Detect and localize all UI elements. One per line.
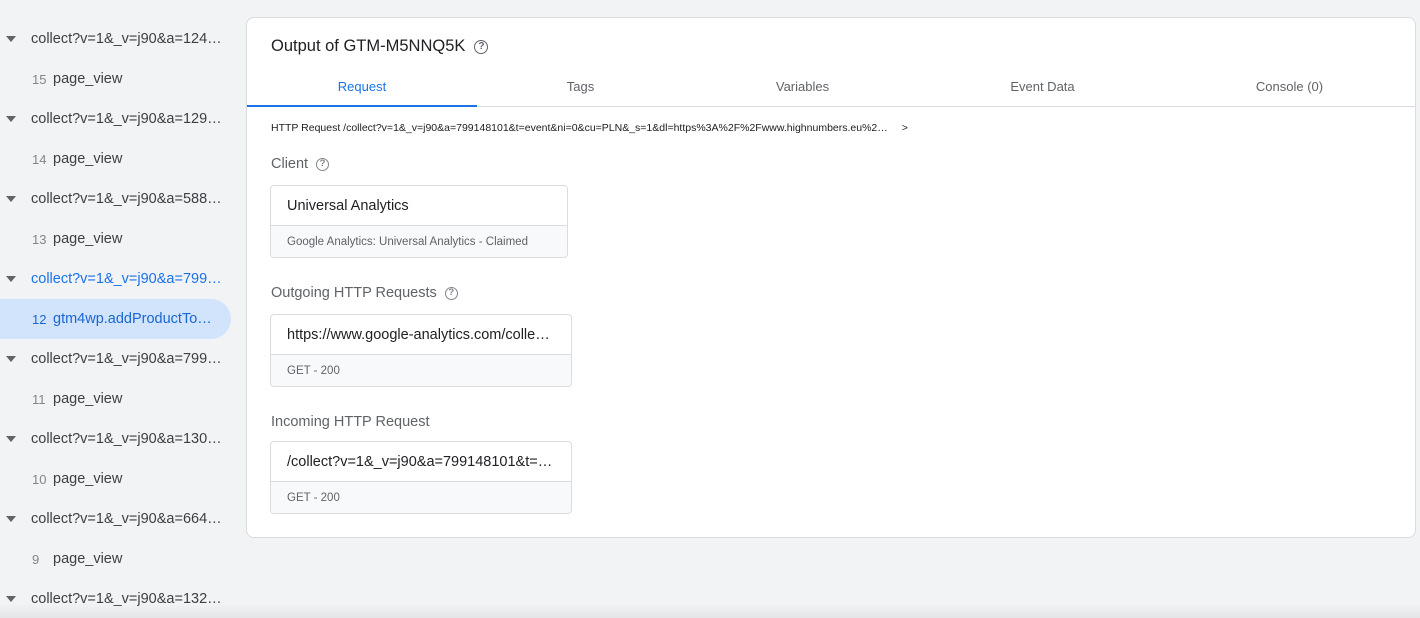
outgoing-label: Outgoing HTTP Requests — [271, 285, 437, 301]
incoming-section-label: Incoming HTTP Request — [271, 414, 430, 430]
http-request-text: HTTP Request /collect?v=1&_v=j90&a=79914… — [271, 122, 888, 134]
sidebar-group-label: collect?v=1&_v=j90&a=129… — [31, 111, 222, 127]
tab-bar: Request Tags Variables Event Data Consol… — [247, 71, 1415, 107]
tab-variables[interactable]: Variables — [684, 71, 921, 107]
sidebar-group-label: collect?v=1&_v=j90&a=124… — [31, 31, 222, 47]
sidebar-group[interactable]: collect?v=1&_v=j90&a=130… — [0, 419, 236, 459]
sidebar-group[interactable]: collect?v=1&_v=j90&a=124… — [0, 19, 236, 59]
expand-arrow-icon[interactable]: > — [902, 122, 908, 134]
outgoing-status: GET - 200 — [271, 355, 571, 386]
event-number: 14 — [32, 151, 47, 167]
sidebar-group[interactable]: collect?v=1&_v=j90&a=799… — [0, 339, 236, 379]
incoming-request-box[interactable]: /collect?v=1&_v=j90&a=799148101&t=event … — [270, 441, 572, 514]
tab-console[interactable]: Console (0) — [1164, 71, 1415, 107]
sidebar-item-label: gtm4wp.addProductTo… — [53, 311, 212, 327]
sidebar-group-label: collect?v=1&_v=j90&a=799… — [31, 271, 222, 287]
client-box[interactable]: Universal Analytics Google Analytics: Un… — [270, 185, 568, 258]
sidebar-group-label: collect?v=1&_v=j90&a=799… — [31, 351, 222, 367]
sidebar-item[interactable]: 9 page_view — [0, 539, 231, 579]
caret-down-icon — [6, 436, 16, 442]
caret-down-icon — [6, 516, 16, 522]
event-number: 11 — [32, 391, 46, 407]
sidebar-item[interactable]: 11 page_view — [0, 379, 231, 419]
page-title: Output of GTM-M5NNQ5K ? — [271, 37, 489, 56]
event-number: 12 — [32, 311, 47, 327]
page-title-text: Output of GTM-M5NNQ5K — [271, 37, 466, 55]
tab-tags[interactable]: Tags — [477, 71, 684, 107]
sidebar-item[interactable]: 15 page_view — [0, 59, 231, 99]
sidebar-group-label: collect?v=1&_v=j90&a=588… — [31, 191, 222, 207]
outgoing-url: https://www.google-analytics.com/collect… — [271, 315, 571, 355]
output-card: Output of GTM-M5NNQ5K ? Request Tags Var… — [246, 17, 1416, 538]
incoming-url: /collect?v=1&_v=j90&a=799148101&t=event — [271, 442, 571, 482]
sidebar-item[interactable]: 14 page_view — [0, 139, 231, 179]
sidebar-group-active[interactable]: collect?v=1&_v=j90&a=799… — [0, 259, 236, 299]
sidebar-item-label: page_view — [53, 391, 123, 407]
sidebar-item[interactable]: 10 page_view — [0, 459, 231, 499]
client-detail: Google Analytics: Universal Analytics - … — [271, 226, 567, 257]
caret-down-icon — [6, 196, 16, 202]
sidebar-item-label: page_view — [53, 231, 123, 247]
incoming-status: GET - 200 — [271, 482, 571, 513]
sidebar-group-label: collect?v=1&_v=j90&a=664… — [31, 511, 222, 527]
caret-down-icon — [6, 276, 16, 282]
sidebar-group[interactable]: collect?v=1&_v=j90&a=588… — [0, 179, 236, 219]
outgoing-status-text: GET - 200 — [287, 364, 340, 377]
event-number: 13 — [32, 231, 47, 247]
sidebar-group[interactable]: collect?v=1&_v=j90&a=129… — [0, 99, 236, 139]
tab-request[interactable]: Request — [247, 71, 477, 107]
help-circle-icon[interactable]: ? — [316, 157, 330, 171]
caret-down-icon — [6, 36, 16, 42]
client-section-label: Client ? — [271, 156, 330, 172]
incoming-label: Incoming HTTP Request — [271, 414, 430, 430]
event-number: 15 — [32, 71, 47, 87]
incoming-url-text: /collect?v=1&_v=j90&a=799148101&t=event — [287, 453, 555, 470]
outgoing-section-label: Outgoing HTTP Requests ? — [271, 285, 458, 301]
event-number: 10 — [32, 471, 47, 487]
outgoing-request-box[interactable]: https://www.google-analytics.com/collect… — [270, 314, 572, 387]
sidebar-item-label: page_view — [53, 151, 123, 167]
sidebar-item-selected[interactable]: 12 gtm4wp.addProductTo… — [0, 299, 231, 339]
sidebar-item[interactable]: 13 page_view — [0, 219, 231, 259]
event-sidebar: collect?v=1&_v=j90&a=124… 15 page_view c… — [0, 0, 236, 618]
sidebar-item-label: page_view — [53, 71, 123, 87]
client-detail-text: Google Analytics: Universal Analytics - … — [287, 235, 528, 248]
client-label: Client — [271, 156, 309, 172]
caret-down-icon — [6, 356, 16, 362]
sidebar-group-label: collect?v=1&_v=j90&a=130… — [31, 431, 222, 447]
sidebar-item-label: page_view — [53, 471, 123, 487]
client-name-text: Universal Analytics — [287, 197, 409, 214]
client-name: Universal Analytics — [271, 186, 567, 226]
event-number: 9 — [32, 551, 40, 567]
http-request-summary[interactable]: HTTP Request /collect?v=1&_v=j90&a=79914… — [271, 122, 908, 134]
caret-down-icon — [6, 116, 16, 122]
help-circle-icon[interactable]: ? — [444, 286, 458, 300]
incoming-status-text: GET - 200 — [287, 491, 340, 504]
tab-event-data[interactable]: Event Data — [921, 71, 1164, 107]
caret-down-icon — [6, 596, 16, 602]
sidebar-item-label: page_view — [53, 551, 123, 567]
outgoing-url-text: https://www.google-analytics.com/collect… — [287, 326, 555, 343]
sidebar-group[interactable]: collect?v=1&_v=j90&a=664… — [0, 499, 236, 539]
help-circle-icon[interactable]: ? — [474, 39, 489, 54]
bottom-shadow — [0, 604, 1420, 618]
